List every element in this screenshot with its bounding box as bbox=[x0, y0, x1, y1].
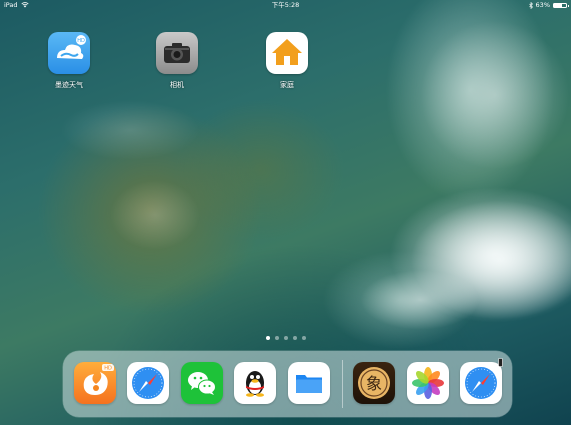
battery-icon bbox=[553, 2, 569, 8]
files-folder-icon[interactable] bbox=[288, 362, 330, 404]
cloud-weather-icon: HD bbox=[48, 32, 90, 74]
bluetooth-icon bbox=[528, 1, 533, 9]
app-weather[interactable]: HD 墨迹天气 bbox=[47, 32, 91, 90]
page-dot bbox=[292, 336, 297, 340]
page-dot bbox=[283, 336, 288, 340]
chess-glyph: 象 bbox=[366, 374, 382, 393]
wave-foam bbox=[60, 100, 200, 160]
wave-foam bbox=[110, 180, 200, 250]
iphone-handoff-icon bbox=[498, 358, 503, 367]
camera-icon bbox=[156, 32, 198, 74]
wave-foam bbox=[420, 20, 570, 170]
home-icon bbox=[266, 32, 308, 74]
page-dot bbox=[274, 336, 279, 340]
page-dot bbox=[301, 336, 306, 340]
status-right: 63% bbox=[528, 0, 569, 10]
page-dot bbox=[265, 336, 270, 340]
safari-icon[interactable] bbox=[127, 362, 169, 404]
app-camera[interactable]: 相机 bbox=[155, 32, 199, 90]
wechat-icon[interactable] bbox=[181, 362, 223, 404]
page-indicator[interactable] bbox=[0, 336, 571, 340]
chinese-chess-icon[interactable]: 象 bbox=[353, 362, 395, 404]
svg-text:HD: HD bbox=[77, 38, 85, 44]
app-label: 墨迹天气 bbox=[55, 81, 83, 89]
svg-text:HD: HD bbox=[104, 366, 112, 372]
uc-browser-icon[interactable]: HD bbox=[74, 362, 116, 404]
app-home[interactable]: 家庭 bbox=[265, 32, 309, 90]
status-time: 下午5:28 bbox=[271, 1, 300, 9]
app-label: 相机 bbox=[170, 81, 184, 89]
qq-penguin-icon[interactable] bbox=[234, 362, 276, 404]
battery-percent: 63% bbox=[535, 1, 550, 9]
dock-divider bbox=[342, 360, 343, 408]
app-label: 家庭 bbox=[280, 81, 294, 89]
battery-fill bbox=[554, 3, 562, 7]
status-bar: iPad 下午5:28 63% bbox=[0, 0, 571, 10]
safari-icon[interactable] bbox=[460, 362, 502, 404]
wave-foam bbox=[360, 270, 480, 330]
battery-cap bbox=[567, 4, 569, 7]
photos-icon[interactable] bbox=[407, 362, 449, 404]
